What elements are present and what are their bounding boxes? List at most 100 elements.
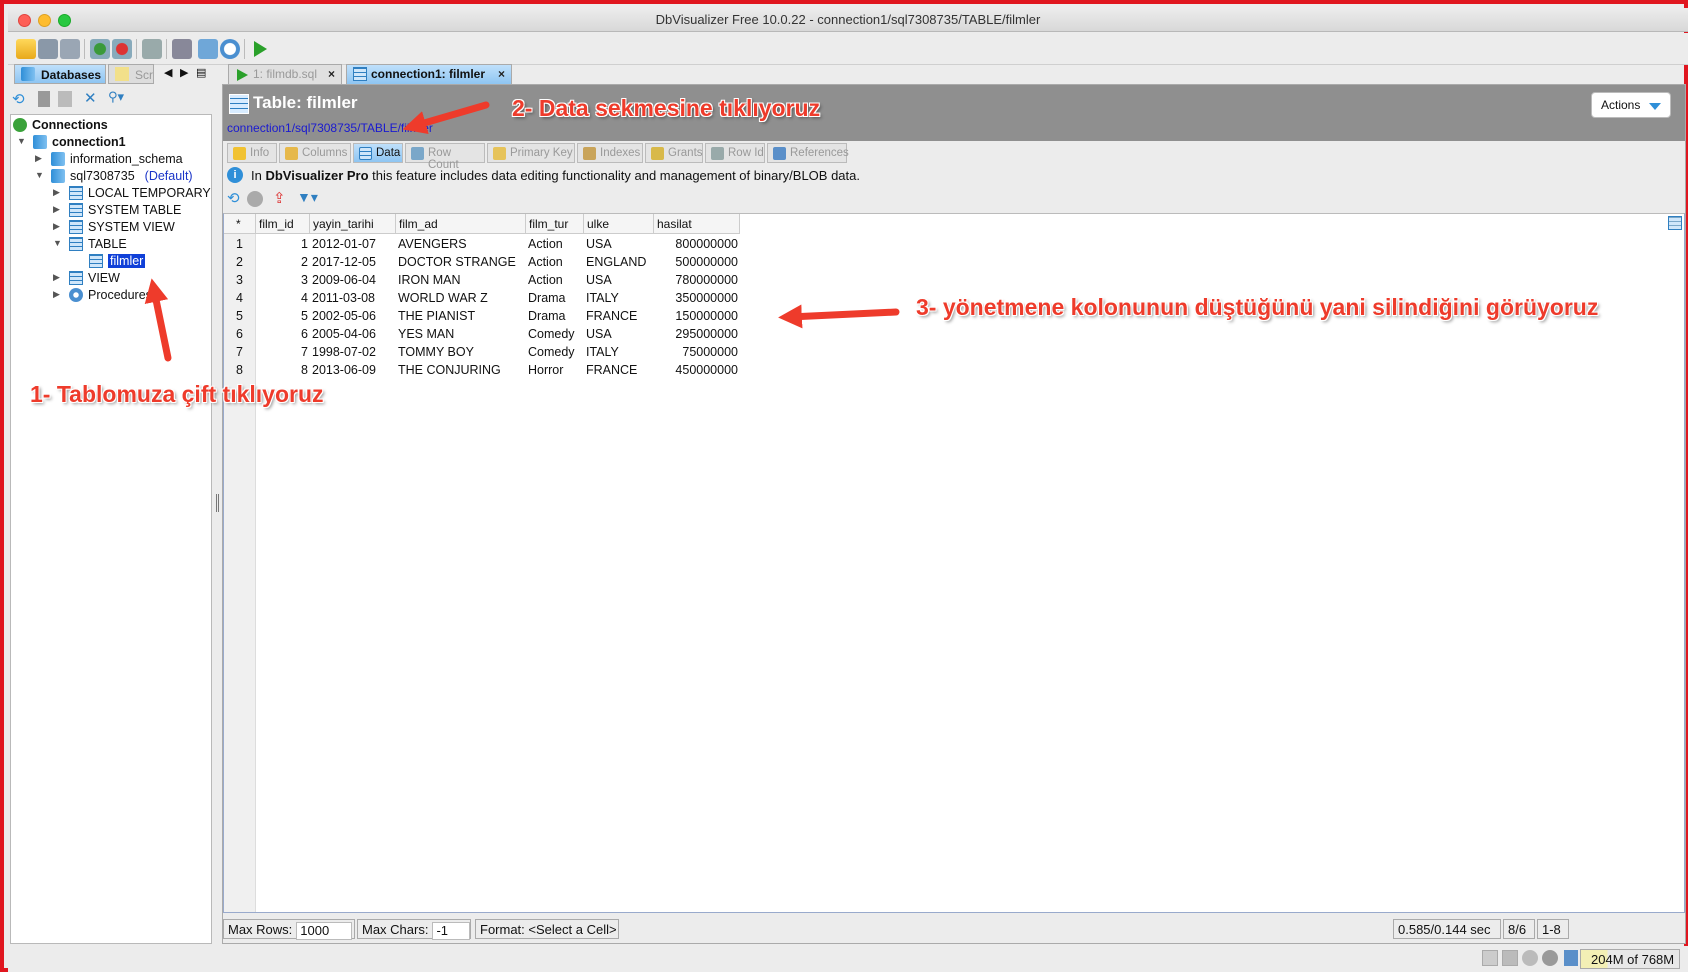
save-icon[interactable] [38,39,58,59]
export-icon[interactable]: ⇪ [273,189,286,207]
table-cell[interactable]: THE CONJURING [398,362,524,380]
table-cell[interactable]: 3 [258,272,308,290]
table-cell[interactable]: Drama [528,308,582,326]
table-cell[interactable]: 2 [258,254,308,272]
open-folder-icon[interactable] [16,39,36,59]
table-cell[interactable]: DOCTOR STRANGE [398,254,524,272]
table-cell[interactable]: Action [528,254,582,272]
table-cell[interactable]: Action [528,272,582,290]
object-path[interactable]: connection1/sql7308735/TABLE/filmler [227,121,433,135]
tree-sql7308735[interactable]: ▼ sql7308735 (Default) [35,167,193,185]
collapsed-icon[interactable]: ▶ [53,187,63,198]
table-cell[interactable]: 295000000 [656,326,738,344]
collapsed-icon[interactable]: ▶ [53,289,63,300]
panel-splitter[interactable] [214,64,222,944]
row-number[interactable]: 7 [224,344,256,362]
close-tab-icon[interactable]: × [498,67,505,81]
history-icon[interactable] [220,39,240,59]
grid-corner[interactable]: * [224,214,256,234]
table-cell[interactable]: Comedy [528,344,582,362]
table-cell[interactable]: USA [586,272,652,290]
column-header[interactable]: ulke [584,214,654,234]
tree-information-schema[interactable]: ▶ information_schema [35,150,183,168]
table-cell[interactable]: AVENGERS [398,236,524,254]
tab-grants[interactable]: Grants [645,143,703,163]
tab-indexes[interactable]: Indexes [577,143,643,163]
expanded-icon[interactable]: ▼ [35,170,45,180]
tree-table[interactable]: ▼ TABLE [53,235,127,253]
tab-filmdb-sql[interactable]: 1: filmdb.sql × [228,64,342,84]
max-rows-input[interactable]: 1000 [296,922,353,940]
table-cell[interactable]: IRON MAN [398,272,524,290]
table-cell[interactable]: 2012-01-07 [312,236,394,254]
table-cell[interactable]: 7 [258,344,308,362]
table-cell[interactable]: 500000000 [656,254,738,272]
table-cell[interactable]: USA [586,326,652,344]
row-number[interactable]: 5 [224,308,256,326]
table-cell[interactable]: 800000000 [656,236,738,254]
max-chars-input[interactable]: -1 [432,922,471,940]
collapsed-icon[interactable]: ▶ [53,221,63,232]
filter-tree-icon[interactable]: ⚲▾ [108,89,124,105]
table-cell[interactable]: 2017-12-05 [312,254,394,272]
table-cell[interactable]: 780000000 [656,272,738,290]
table-cell[interactable]: 1 [258,236,308,254]
tree-system-table[interactable]: ▶ SYSTEM TABLE [53,201,181,219]
tab-list-icon[interactable]: ▤ [196,66,206,79]
table-cell[interactable]: 2009-06-04 [312,272,394,290]
column-header[interactable]: film_id [256,214,310,234]
table-cell[interactable]: 1998-07-02 [312,344,394,362]
column-chooser-icon[interactable] [1668,216,1682,230]
refresh-icon[interactable]: ⟲ [12,90,25,108]
table-cell[interactable]: Comedy [528,326,582,344]
row-number[interactable]: 3 [224,272,256,290]
table-cell[interactable]: 350000000 [656,290,738,308]
table-cell[interactable]: ITALY [586,344,652,362]
tree-connection1[interactable]: ▼ connection1 [17,133,126,151]
table-cell[interactable]: ENGLAND [586,254,652,272]
table-cell[interactable]: 75000000 [656,344,738,362]
row-number[interactable]: 1 [224,236,256,254]
tab-row-count[interactable]: Row Count [405,143,485,171]
tab-row-id[interactable]: Row Id [705,143,765,163]
object-add-icon[interactable] [58,91,72,107]
properties-icon[interactable] [142,39,162,59]
stop-icon[interactable] [247,191,263,207]
table-cell[interactable]: 4 [258,290,308,308]
table-cell[interactable]: 8 [258,362,308,380]
table-cell[interactable]: 2013-06-09 [312,362,394,380]
table-cell[interactable]: WORLD WAR Z [398,290,524,308]
monitor-icon[interactable] [198,39,218,59]
column-header[interactable]: yayin_tarihi [310,214,396,234]
tab-scroll-left-icon[interactable]: ◀ [164,66,172,79]
object-icon[interactable] [38,91,50,107]
actions-button[interactable]: Actions [1591,92,1671,118]
collapse-icon[interactable]: ✕ [84,89,97,107]
table-cell[interactable]: ITALY [586,290,652,308]
table-cell[interactable]: FRANCE [586,308,652,326]
column-header[interactable]: hasilat [654,214,740,234]
tree-view[interactable]: ▶ VIEW [53,269,120,287]
expanded-icon[interactable]: ▼ [53,238,63,248]
tab-connection1-filmler[interactable]: connection1: filmler × [346,64,512,84]
save-all-icon[interactable] [60,39,80,59]
table-cell[interactable]: Horror [528,362,582,380]
table-cell[interactable]: 150000000 [656,308,738,326]
disconnect-icon[interactable] [112,39,132,59]
tree-local-temporary[interactable]: ▶ LOCAL TEMPORARY [53,184,211,202]
table-cell[interactable]: Drama [528,290,582,308]
connect-icon[interactable] [90,39,110,59]
garbage-collect-icon[interactable] [1564,950,1578,966]
panel-icon[interactable] [1502,950,1518,966]
format-selector[interactable]: Format: <Select a Cell> [475,919,619,939]
tab-references[interactable]: References [767,143,849,163]
collapsed-icon[interactable]: ▶ [35,153,45,164]
tools-icon[interactable] [172,39,192,59]
collapsed-icon[interactable]: ▶ [53,204,63,215]
column-header[interactable]: film_ad [396,214,526,234]
filter-icon[interactable]: ▼▾ [297,189,318,206]
collapsed-icon[interactable]: ▶ [53,272,63,283]
sync-icon[interactable] [1522,950,1538,966]
row-number[interactable]: 4 [224,290,256,308]
table-cell[interactable]: 5 [258,308,308,326]
